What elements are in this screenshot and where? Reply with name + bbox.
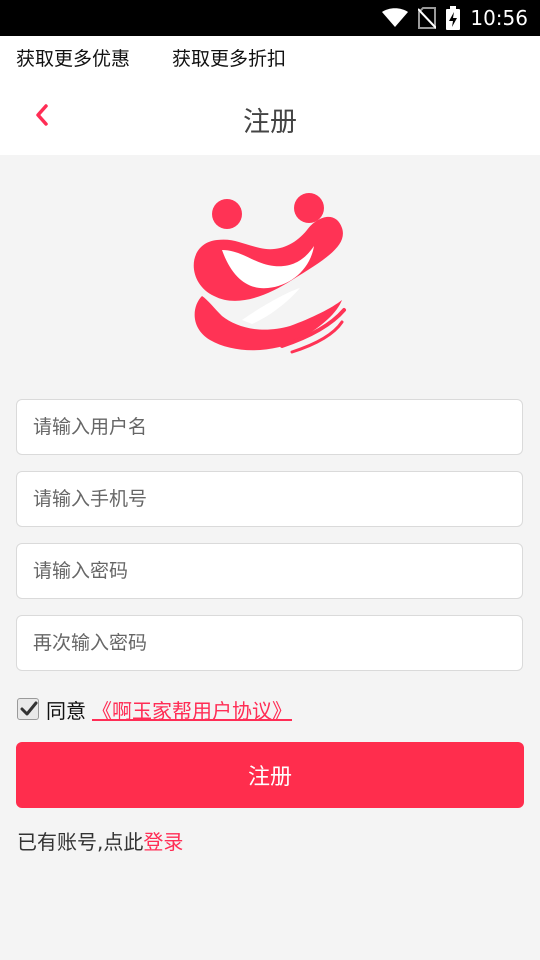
phone-input[interactable] bbox=[17, 472, 522, 526]
status-bar: 10:56 bbox=[0, 0, 540, 36]
username-field[interactable] bbox=[16, 399, 523, 455]
agree-label: 同意 bbox=[46, 698, 86, 723]
username-input[interactable] bbox=[17, 400, 522, 454]
promo-bar: 获取更多优惠 获取更多折扣 bbox=[0, 36, 540, 80]
no-sim-icon bbox=[418, 7, 437, 29]
confirm-password-input[interactable] bbox=[17, 616, 522, 670]
agreement-row: 同意 《啊玉家帮用户协议》 bbox=[17, 694, 292, 724]
login-prompt-text: 已有账号,点此 bbox=[17, 830, 144, 854]
wifi-icon bbox=[382, 8, 409, 27]
login-prompt: 已有账号,点此登录 bbox=[17, 826, 183, 855]
confirm-password-field[interactable] bbox=[16, 615, 523, 671]
battery-charging-icon bbox=[446, 6, 461, 30]
password-field[interactable] bbox=[16, 543, 523, 599]
password-input[interactable] bbox=[17, 544, 522, 598]
status-time: 10:56 bbox=[470, 6, 528, 30]
header: 注册 bbox=[0, 80, 540, 155]
agree-checkbox[interactable] bbox=[17, 698, 39, 720]
page-title: 注册 bbox=[243, 107, 297, 138]
status-icons: 10:56 bbox=[382, 0, 528, 36]
register-button[interactable]: 注册 bbox=[16, 742, 524, 808]
user-agreement-link[interactable]: 《啊玉家帮用户协议》 bbox=[92, 695, 292, 724]
checkmark-icon bbox=[20, 701, 38, 716]
login-link[interactable]: 登录 bbox=[143, 830, 183, 854]
phone-field[interactable] bbox=[16, 471, 523, 527]
app-logo bbox=[193, 193, 346, 354]
promo-rebate-link[interactable]: 获取更多折扣 bbox=[172, 44, 286, 71]
promo-discount-link[interactable]: 获取更多优惠 bbox=[16, 44, 130, 71]
